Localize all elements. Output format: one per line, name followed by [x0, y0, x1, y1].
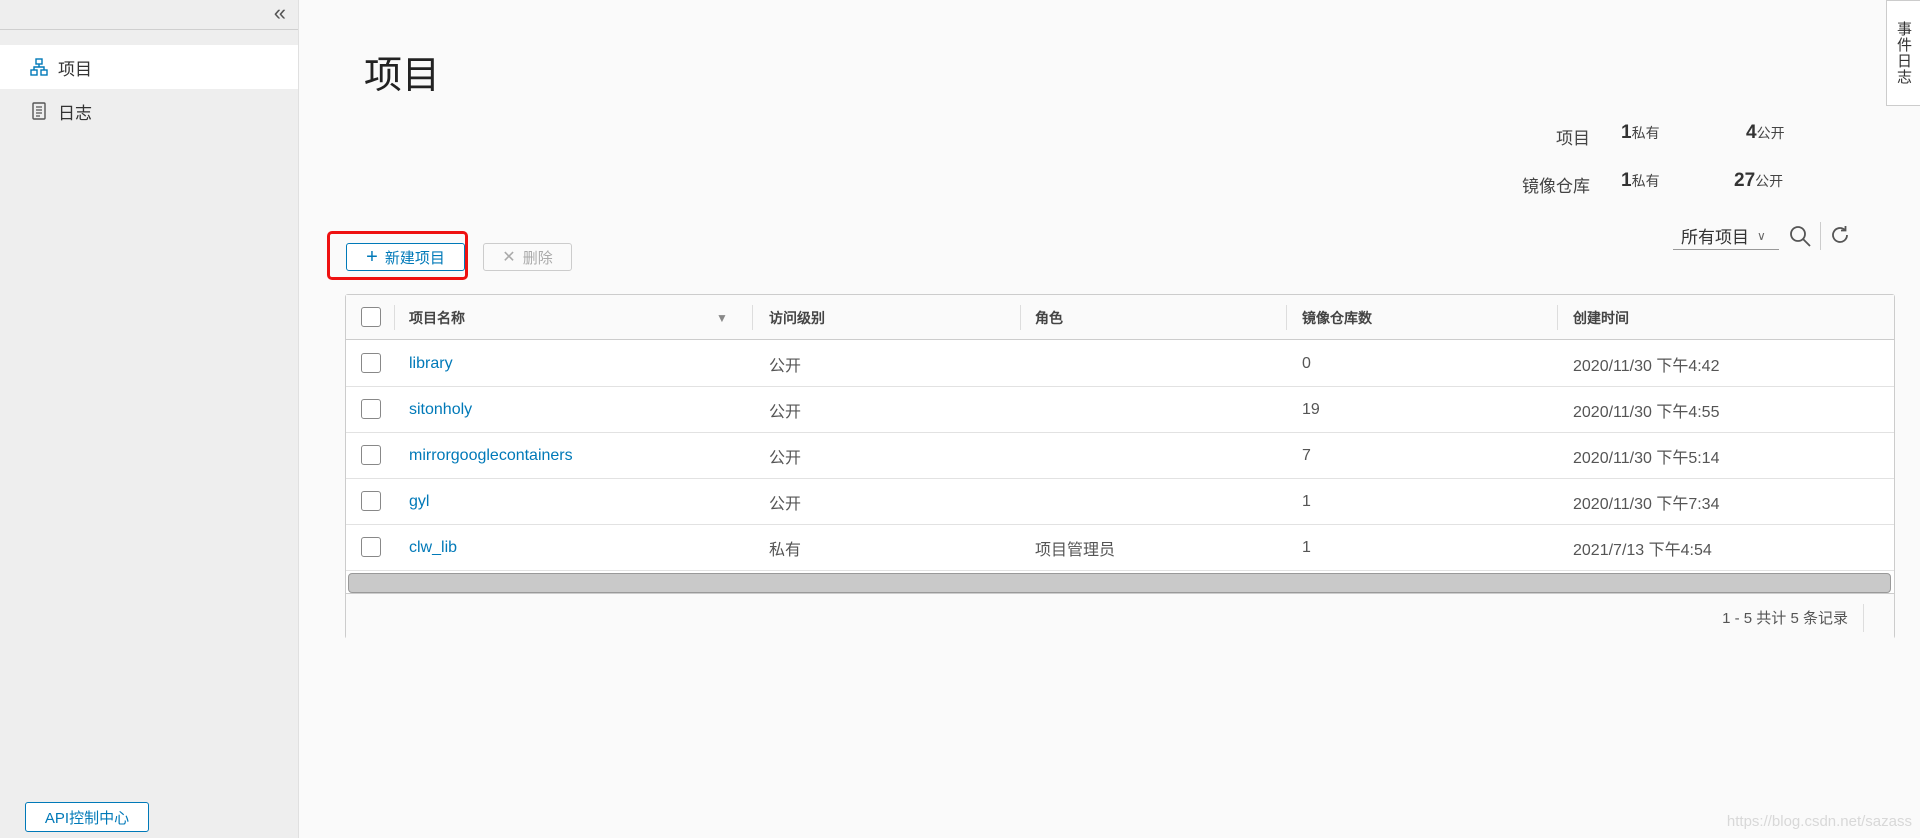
row-checkbox[interactable] [361, 399, 381, 419]
new-project-button[interactable]: + 新建项目 [346, 243, 465, 271]
chevron-double-left-icon[interactable]: « [274, 2, 286, 24]
access-level: 公开 [769, 450, 802, 467]
column-divider [394, 305, 395, 330]
stats-projects-public: 4公开 [1746, 122, 1785, 144]
row-checkbox[interactable] [361, 537, 381, 557]
stats-row-projects: 项目 1私有 4公开 [1480, 120, 1800, 150]
access-level: 私有 [769, 542, 802, 559]
table-row: gyl 公开 1 2020/11/30 下午7:34 [346, 479, 1894, 525]
page-title: 项目 [364, 55, 441, 97]
refresh-icon[interactable] [1829, 224, 1851, 246]
event-log-tab[interactable]: 事件日志 [1886, 0, 1920, 106]
column-divider [1286, 305, 1287, 330]
toolbar-divider [1820, 222, 1821, 250]
sidebar-item-logs[interactable]: 日志 [0, 89, 298, 133]
repo-count: 7 [1302, 447, 1311, 464]
column-header-role[interactable]: 角色 [1035, 295, 1063, 340]
sidebar: « 项目 日志 API控制中心 [0, 0, 299, 838]
column-header-access[interactable]: 访问级别 [769, 295, 825, 340]
column-divider [1557, 305, 1558, 330]
project-name-link[interactable]: library [409, 355, 453, 373]
delete-button[interactable]: ✕ 删除 [483, 243, 572, 271]
close-icon: ✕ [502, 249, 516, 266]
stats-unit: 公开 [1755, 173, 1784, 189]
new-project-label: 新建项目 [384, 249, 445, 267]
stats-count: 1 [1621, 170, 1632, 191]
stats-projects-private: 1私有 [1621, 122, 1660, 144]
filter-icon[interactable]: ▼ [716, 311, 728, 325]
stats-unit: 私有 [1631, 173, 1660, 189]
created-time: 2020/11/30 下午7:34 [1573, 496, 1720, 513]
repo-count: 0 [1302, 355, 1311, 372]
stats-repos-public: 27公开 [1734, 170, 1783, 192]
footer-divider [1863, 604, 1864, 632]
created-time: 2021/7/13 下午4:54 [1573, 542, 1712, 559]
column-header-repos[interactable]: 镜像仓库数 [1302, 295, 1372, 340]
stats-unit: 私有 [1631, 125, 1660, 141]
chevron-down-icon: ∨ [1757, 228, 1766, 243]
sidebar-item-label: 项目 [58, 59, 92, 79]
log-icon [30, 102, 48, 120]
projects-table: 项目名称 ▼ 访问级别 角色 镜像仓库数 创建时间 library 公开 0 2… [345, 294, 1895, 639]
horizontal-scrollbar[interactable] [348, 573, 1891, 593]
search-icon[interactable] [1788, 224, 1812, 248]
row-checkbox[interactable] [361, 491, 381, 511]
sidebar-item-projects[interactable]: 项目 [0, 45, 298, 89]
created-time: 2020/11/30 下午4:55 [1573, 404, 1720, 421]
table-header: 项目名称 ▼ 访问级别 角色 镜像仓库数 创建时间 [346, 295, 1894, 340]
row-checkbox[interactable] [361, 445, 381, 465]
column-divider [752, 305, 753, 330]
stats-count: 1 [1621, 122, 1632, 143]
project-name-link[interactable]: gyl [409, 493, 429, 511]
project-filter-select[interactable]: 所有项目 ∨ [1673, 222, 1779, 250]
pagination-info: 1 - 5 共计 5 条记录 [1722, 609, 1848, 627]
project-name-link[interactable]: sitonholy [409, 401, 472, 419]
access-level: 公开 [769, 404, 802, 421]
project-name-link[interactable]: mirrorgooglecontainers [409, 447, 573, 465]
row-checkbox[interactable] [361, 353, 381, 373]
created-time: 2020/11/30 下午5:14 [1573, 450, 1720, 467]
role: 项目管理员 [1035, 542, 1116, 559]
sidebar-item-label: 日志 [58, 103, 92, 123]
stats-count: 27 [1734, 170, 1756, 191]
plus-icon: + [366, 246, 378, 268]
table-row: mirrorgooglecontainers 公开 7 2020/11/30 下… [346, 433, 1894, 479]
stats-projects-label: 项目 [1556, 129, 1590, 148]
access-level: 公开 [769, 358, 802, 375]
column-header-created[interactable]: 创建时间 [1573, 295, 1629, 340]
stats-repos-private: 1私有 [1621, 170, 1660, 192]
stats-row-repos: 镜像仓库 1私有 27公开 [1480, 168, 1800, 198]
sidebar-nav: 项目 日志 [0, 45, 298, 133]
created-time: 2020/11/30 下午4:42 [1573, 358, 1720, 375]
column-header-name[interactable]: 项目名称 [409, 295, 465, 340]
api-console-button[interactable]: API控制中心 [25, 802, 149, 832]
project-icon [30, 58, 48, 76]
table-row: library 公开 0 2020/11/30 下午4:42 [346, 341, 1894, 387]
delete-label: 删除 [522, 249, 553, 267]
stats-repos-label: 镜像仓库 [1522, 177, 1590, 196]
stats-unit: 公开 [1756, 125, 1785, 141]
watermark: https://blog.csdn.net/sazass [1726, 813, 1912, 830]
table-row: sitonholy 公开 19 2020/11/30 下午4:55 [346, 387, 1894, 433]
project-name-link[interactable]: clw_lib [409, 539, 457, 557]
repo-count: 1 [1302, 493, 1311, 510]
filter-selected-value: 所有项目 [1681, 228, 1749, 247]
select-all-checkbox[interactable] [361, 307, 381, 327]
repo-count: 1 [1302, 539, 1311, 556]
repo-count: 19 [1302, 401, 1320, 418]
access-level: 公开 [769, 496, 802, 513]
column-divider [1020, 305, 1021, 330]
table-row: clw_lib 私有 项目管理员 1 2021/7/13 下午4:54 [346, 525, 1894, 571]
table-footer: 1 - 5 共计 5 条记录 [346, 593, 1894, 639]
stats-count: 4 [1746, 122, 1757, 143]
sidebar-header: « [0, 0, 298, 30]
